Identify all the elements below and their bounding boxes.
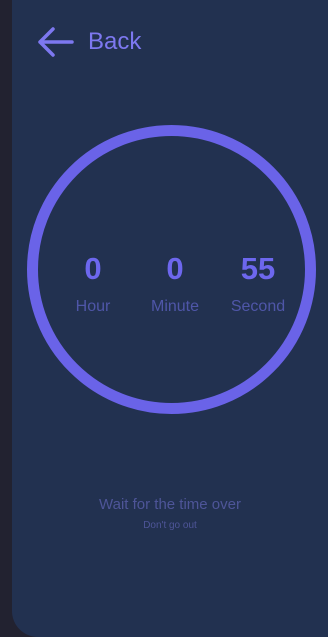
second-value: 55 xyxy=(240,251,276,286)
hour-label: Hour xyxy=(75,298,111,315)
second-display: 55 Second xyxy=(223,252,293,316)
wait-submessage: Don't go out xyxy=(143,520,197,531)
hour-value: 0 xyxy=(84,251,102,286)
second-label: Second xyxy=(230,298,286,315)
hour-display: 0 Hour xyxy=(58,252,128,316)
timer-screen: Back 0 Hour 0 Minute 55 Second Wait for … xyxy=(12,0,328,637)
back-label: Back xyxy=(88,28,142,55)
arrow-left-icon xyxy=(36,26,74,58)
wait-message: Wait for the time over xyxy=(99,496,241,513)
minute-display: 0 Minute xyxy=(140,252,210,316)
minute-label: Minute xyxy=(150,298,200,315)
minute-value: 0 xyxy=(166,251,184,286)
back-button[interactable]: Back xyxy=(36,24,141,60)
